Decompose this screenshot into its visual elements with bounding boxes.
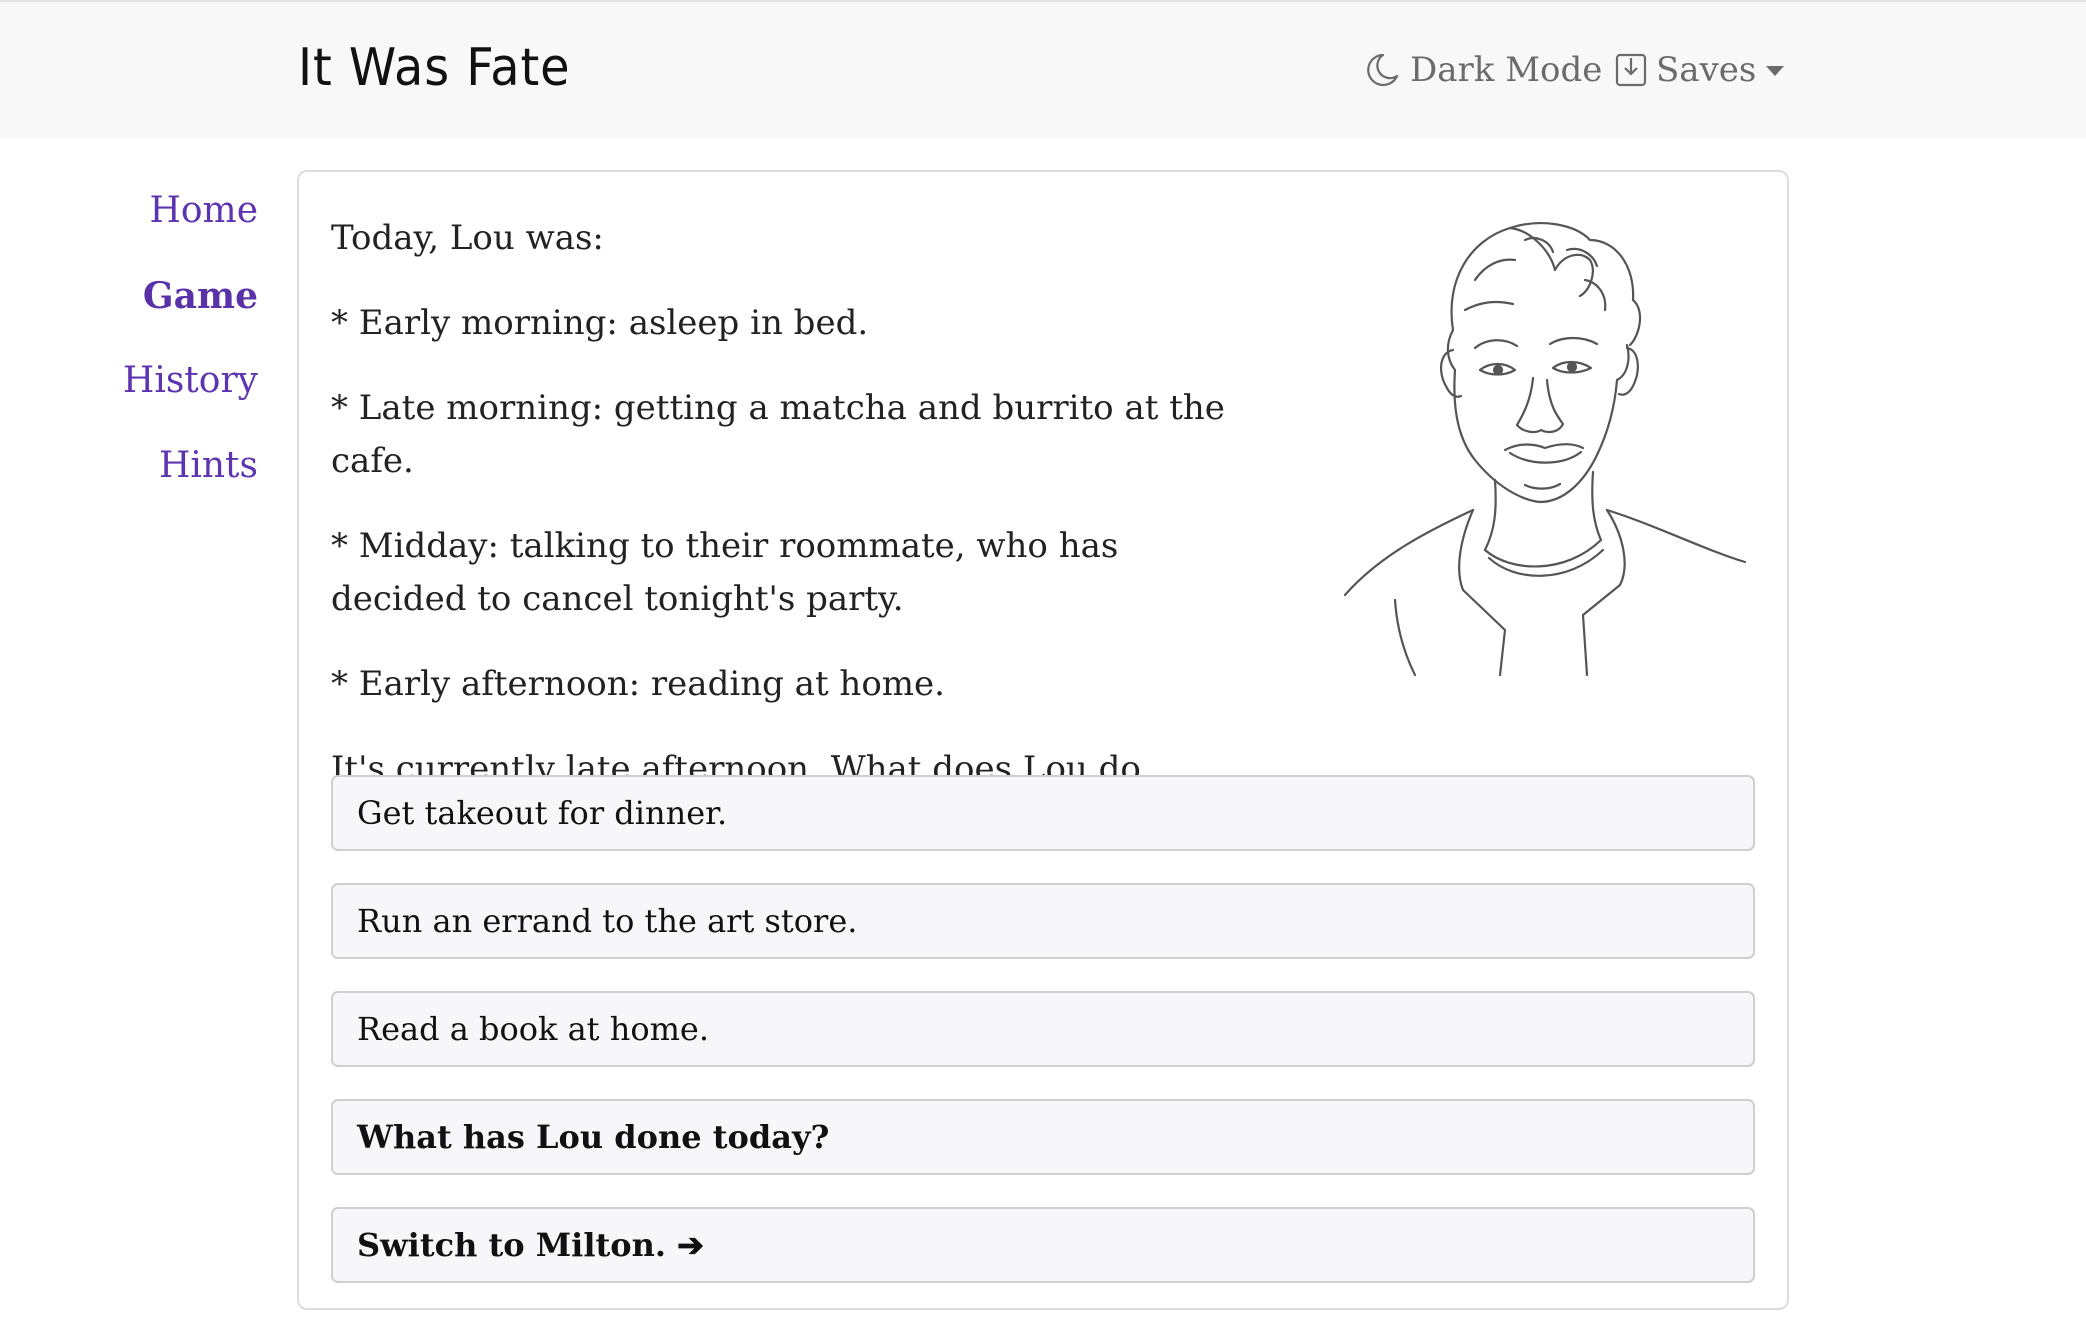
story-event: * Midday: talking to their roommate, who…	[331, 526, 1119, 619]
story-event: * Early morning: asleep in bed.	[331, 303, 869, 343]
game-card: Today, Lou was: * Early morning: asleep …	[297, 170, 1789, 1310]
character-sketch	[1343, 222, 1747, 677]
character-portrait	[1335, 210, 1753, 677]
sidebar-item-game[interactable]: Game	[100, 270, 258, 355]
brand-title[interactable]: It Was Fate	[298, 38, 571, 98]
story-event: * Early afternoon: reading at home.	[331, 664, 945, 704]
sidebar-item-hints[interactable]: Hints	[100, 440, 258, 525]
moon-icon	[1366, 52, 1400, 88]
story-event: * Late morning: getting a matcha and bur…	[331, 388, 1225, 481]
side-navigation: Home Game History Hints	[100, 185, 258, 525]
save-download-icon	[1614, 52, 1648, 88]
choice-button-recap[interactable]: What has Lou done today?	[331, 1099, 1755, 1175]
saves-dropdown[interactable]: Saves	[1614, 50, 1785, 90]
sidebar-item-home[interactable]: Home	[100, 185, 258, 270]
top-navbar: It Was Fate Dark Mode Saves	[0, 0, 2086, 138]
dark-mode-label: Dark Mode	[1410, 50, 1603, 90]
story-intro: Today, Lou was:	[331, 218, 604, 258]
choice-button-switch-character[interactable]: Switch to Milton. ➔	[331, 1207, 1755, 1283]
choice-button[interactable]: Get takeout for dinner.	[331, 775, 1755, 851]
caret-down-icon	[1766, 66, 1785, 76]
dark-mode-toggle[interactable]: Dark Mode	[1366, 50, 1602, 90]
choice-button[interactable]: Run an errand to the art store.	[331, 883, 1755, 959]
choice-button[interactable]: Read a book at home.	[331, 991, 1755, 1067]
saves-label: Saves	[1656, 50, 1757, 90]
sidebar-item-history[interactable]: History	[100, 355, 258, 440]
